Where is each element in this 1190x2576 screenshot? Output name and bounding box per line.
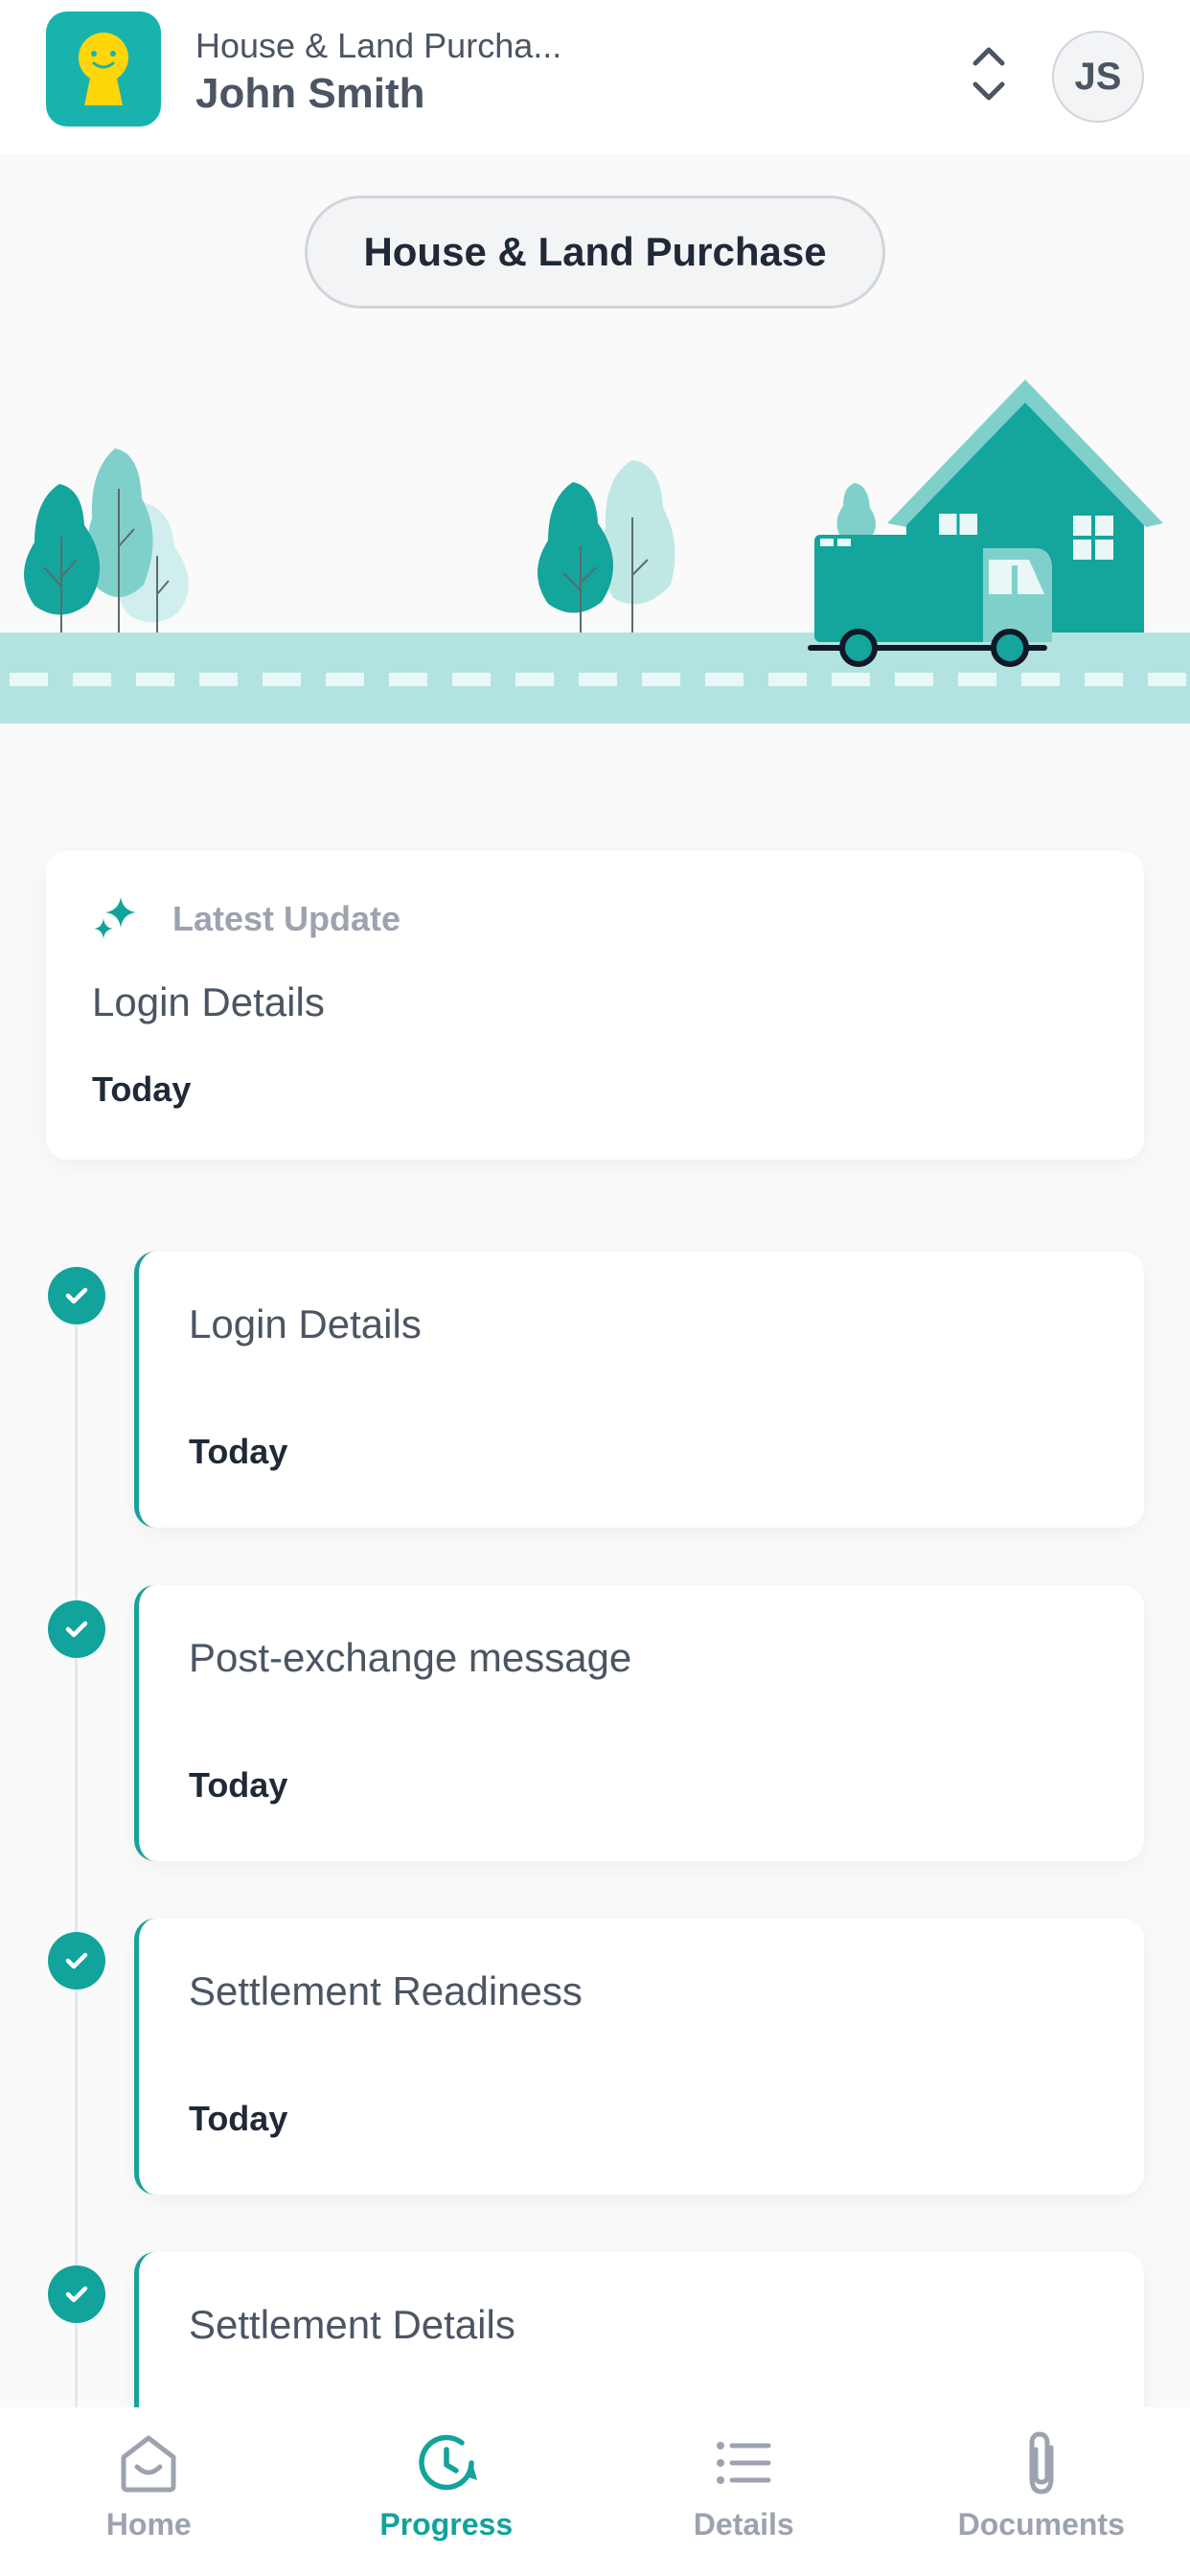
nav-progress-label: Progress bbox=[379, 2507, 514, 2542]
bottom-navigation: Home Progress Details Documents bbox=[0, 2407, 1190, 2576]
latest-update-card[interactable]: Latest Update Login Details Today bbox=[46, 851, 1144, 1160]
user-avatar[interactable]: JS bbox=[1052, 31, 1144, 123]
timeline-item[interactable]: Post-exchange message Today bbox=[134, 1585, 1144, 1861]
timeline-item[interactable]: Login Details Today bbox=[134, 1252, 1144, 1528]
paperclip-icon bbox=[1029, 2431, 1054, 2495]
nav-documents-label: Documents bbox=[957, 2507, 1125, 2542]
nav-details[interactable]: Details bbox=[595, 2407, 893, 2576]
app-logo[interactable] bbox=[46, 12, 161, 126]
nav-documents[interactable]: Documents bbox=[893, 2407, 1190, 2576]
check-circle-icon bbox=[48, 1600, 105, 1658]
check-circle-icon bbox=[48, 1932, 105, 1990]
timeline-item-date: Today bbox=[189, 1765, 288, 1805]
home-icon bbox=[121, 2435, 176, 2493]
list-icon bbox=[717, 2442, 771, 2484]
check-circle-icon bbox=[48, 1267, 105, 1324]
moving-house-illustration bbox=[0, 380, 1190, 724]
check-circle-icon bbox=[48, 2266, 105, 2323]
latest-update-label: Latest Update bbox=[172, 899, 401, 938]
client-name: John Smith bbox=[195, 70, 425, 117]
chevron-up-down-icon bbox=[973, 47, 1005, 101]
nav-progress[interactable]: Progress bbox=[298, 2407, 596, 2576]
nav-home[interactable]: Home bbox=[0, 2407, 298, 2576]
timeline-item-date: Today bbox=[189, 1432, 288, 1471]
timeline-item-title: Settlement Readiness bbox=[189, 1968, 583, 2013]
timeline-line bbox=[75, 1296, 78, 2407]
matter-type-pill[interactable]: House & Land Purchase bbox=[305, 196, 885, 309]
matter-switcher-button[interactable] bbox=[962, 42, 1016, 105]
sparkle-icon bbox=[94, 897, 136, 939]
nav-home-label: Home bbox=[105, 2507, 192, 2542]
timeline-item-date: Today bbox=[189, 2099, 288, 2138]
app-header: House & Land Purcha... John Smith JS bbox=[0, 0, 1190, 153]
matter-subtitle: House & Land Purcha... bbox=[195, 26, 562, 65]
timeline-item-title: Login Details bbox=[189, 1301, 422, 1346]
latest-update-title: Login Details bbox=[92, 979, 325, 1024]
latest-update-date: Today bbox=[92, 1070, 192, 1109]
keyhole-face-logo-icon bbox=[79, 33, 128, 105]
timeline-item[interactable]: Settlement Readiness Today bbox=[134, 1919, 1144, 2195]
timeline-item-title: Settlement Details bbox=[189, 2302, 515, 2347]
nav-details-label: Details bbox=[693, 2507, 794, 2542]
matter-header-text[interactable]: House & Land Purcha... John Smith bbox=[195, 25, 561, 121]
timeline-item-title: Post-exchange message bbox=[189, 1635, 632, 1680]
clock-refresh-icon bbox=[419, 2434, 477, 2491]
